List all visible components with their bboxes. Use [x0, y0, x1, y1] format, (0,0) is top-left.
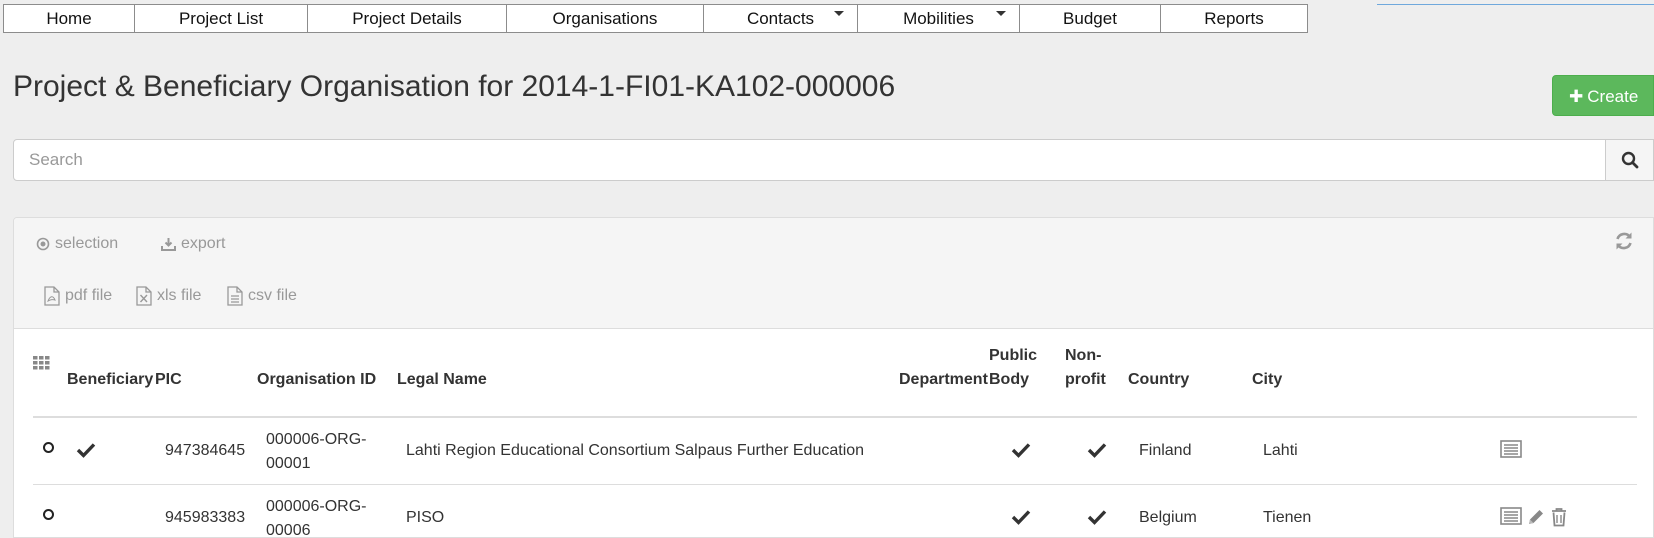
pencil-icon [1529, 510, 1543, 524]
column-organisation-id[interactable]: Organisation ID [257, 368, 376, 392]
nav-contacts[interactable]: Contacts [704, 5, 858, 32]
column-non-profit[interactable]: Non-profit [1065, 344, 1115, 392]
nav-budget-label: Budget [1063, 9, 1117, 28]
create-button[interactable]: ✚ Create [1552, 75, 1654, 116]
table-row[interactable]: 947384645 000006-ORG-00001 Lahti Region … [33, 418, 1637, 485]
radio-dot-icon [36, 237, 50, 251]
cell-legal-name: Lahti Region Educational Consortium Salp… [406, 442, 865, 459]
checkmark-icon [76, 443, 96, 458]
nav-project-list[interactable]: Project List [135, 5, 308, 32]
nav-organisations-label: Organisations [552, 9, 658, 28]
nav-reports[interactable]: Reports [1161, 5, 1307, 32]
table-header: Beneficiary PIC Organisation ID Legal Na… [33, 328, 1637, 418]
pdf-file-icon [44, 286, 60, 306]
trash-icon [1552, 508, 1566, 527]
xls-file-label: xls file [157, 287, 202, 304]
csv-file-label: csv file [248, 287, 297, 304]
checkmark-icon [1087, 510, 1107, 525]
chevron-down-icon [996, 11, 1006, 16]
page-title: Project & Beneficiary Organisation for 2… [13, 70, 896, 103]
cell-city: Tienen [1263, 509, 1312, 526]
selection-label: selection [55, 235, 119, 252]
nav-mobilities[interactable]: Mobilities [858, 5, 1020, 32]
nav-contacts-label: Contacts [746, 9, 815, 28]
export-label: export [181, 235, 226, 252]
cell-pic: 945983383 [165, 509, 246, 526]
plus-icon: ✚ [1569, 87, 1584, 106]
search-icon [1621, 151, 1638, 169]
search-input[interactable] [13, 139, 1606, 181]
cell-organisation-id: 000006-ORG-00001 [266, 431, 367, 472]
row-actions [1500, 440, 1522, 458]
refresh-button[interactable] [1614, 231, 1634, 256]
top-navigation: Home Project List Project Details Organi… [3, 4, 1308, 33]
edit-button[interactable] [1526, 507, 1546, 527]
header-divider [1377, 4, 1654, 5]
nav-organisations[interactable]: Organisations [507, 5, 704, 32]
column-pic[interactable]: PIC [155, 368, 182, 392]
search-button[interactable] [1606, 139, 1654, 181]
checkmark-icon [1011, 510, 1031, 525]
cell-pic: 947384645 [165, 442, 246, 459]
refresh-icon [1616, 232, 1632, 250]
nav-mobilities-label: Mobilities [903, 9, 974, 28]
grid-icon [33, 356, 50, 370]
nav-project-details[interactable]: Project Details [308, 5, 507, 32]
nav-budget[interactable]: Budget [1020, 5, 1161, 32]
xls-export-button[interactable]: xls file [136, 286, 201, 306]
details-button[interactable] [1500, 507, 1522, 527]
column-beneficiary[interactable]: Beneficiary [67, 368, 153, 392]
nav-home[interactable]: Home [4, 5, 135, 32]
export-button[interactable]: export [161, 235, 225, 253]
cell-legal-name: PISO [406, 509, 445, 526]
column-country[interactable]: Country [1128, 368, 1189, 392]
column-legal-name[interactable]: Legal Name [397, 368, 487, 392]
cell-country: Belgium [1139, 509, 1197, 526]
row-select-radio[interactable] [43, 442, 54, 453]
row-select-radio[interactable] [43, 509, 54, 520]
column-public-body[interactable]: Public Body [989, 344, 1047, 392]
csv-export-button[interactable]: csv file [227, 286, 297, 306]
selection-button[interactable]: selection [36, 235, 118, 253]
search-bar [13, 139, 1654, 181]
table-row[interactable]: 945983383 000006-ORG-00006 PISO Belgium … [33, 485, 1637, 538]
nav-project-list-label: Project List [178, 9, 264, 28]
column-city[interactable]: City [1252, 368, 1282, 392]
panel-toolbar: selection export pdf file xls file csv f… [14, 218, 1653, 329]
cell-country: Finland [1139, 442, 1192, 459]
checkmark-icon [1087, 443, 1107, 458]
column-chooser-button[interactable] [33, 356, 50, 375]
pdf-file-label: pdf file [65, 287, 113, 304]
checkmark-icon [1011, 443, 1031, 458]
create-button-label: Create [1587, 87, 1639, 106]
csv-file-icon [227, 286, 243, 306]
download-icon [161, 238, 176, 251]
cell-organisation-id: 000006-ORG-00006 [266, 498, 367, 538]
delete-button[interactable] [1550, 507, 1568, 527]
pdf-export-button[interactable]: pdf file [44, 286, 112, 306]
nav-home-label: Home [46, 9, 92, 28]
xls-file-icon [136, 286, 152, 306]
details-icon [1500, 440, 1522, 458]
details-button[interactable] [1500, 440, 1522, 458]
cell-city: Lahti [1263, 442, 1298, 459]
nav-reports-label: Reports [1204, 9, 1264, 28]
details-icon [1500, 507, 1522, 525]
row-actions [1500, 507, 1568, 527]
column-department[interactable]: Department [899, 368, 988, 392]
organisations-panel: selection export pdf file xls file csv f… [13, 217, 1654, 538]
chevron-down-icon [834, 11, 844, 16]
nav-project-details-label: Project Details [352, 9, 462, 28]
